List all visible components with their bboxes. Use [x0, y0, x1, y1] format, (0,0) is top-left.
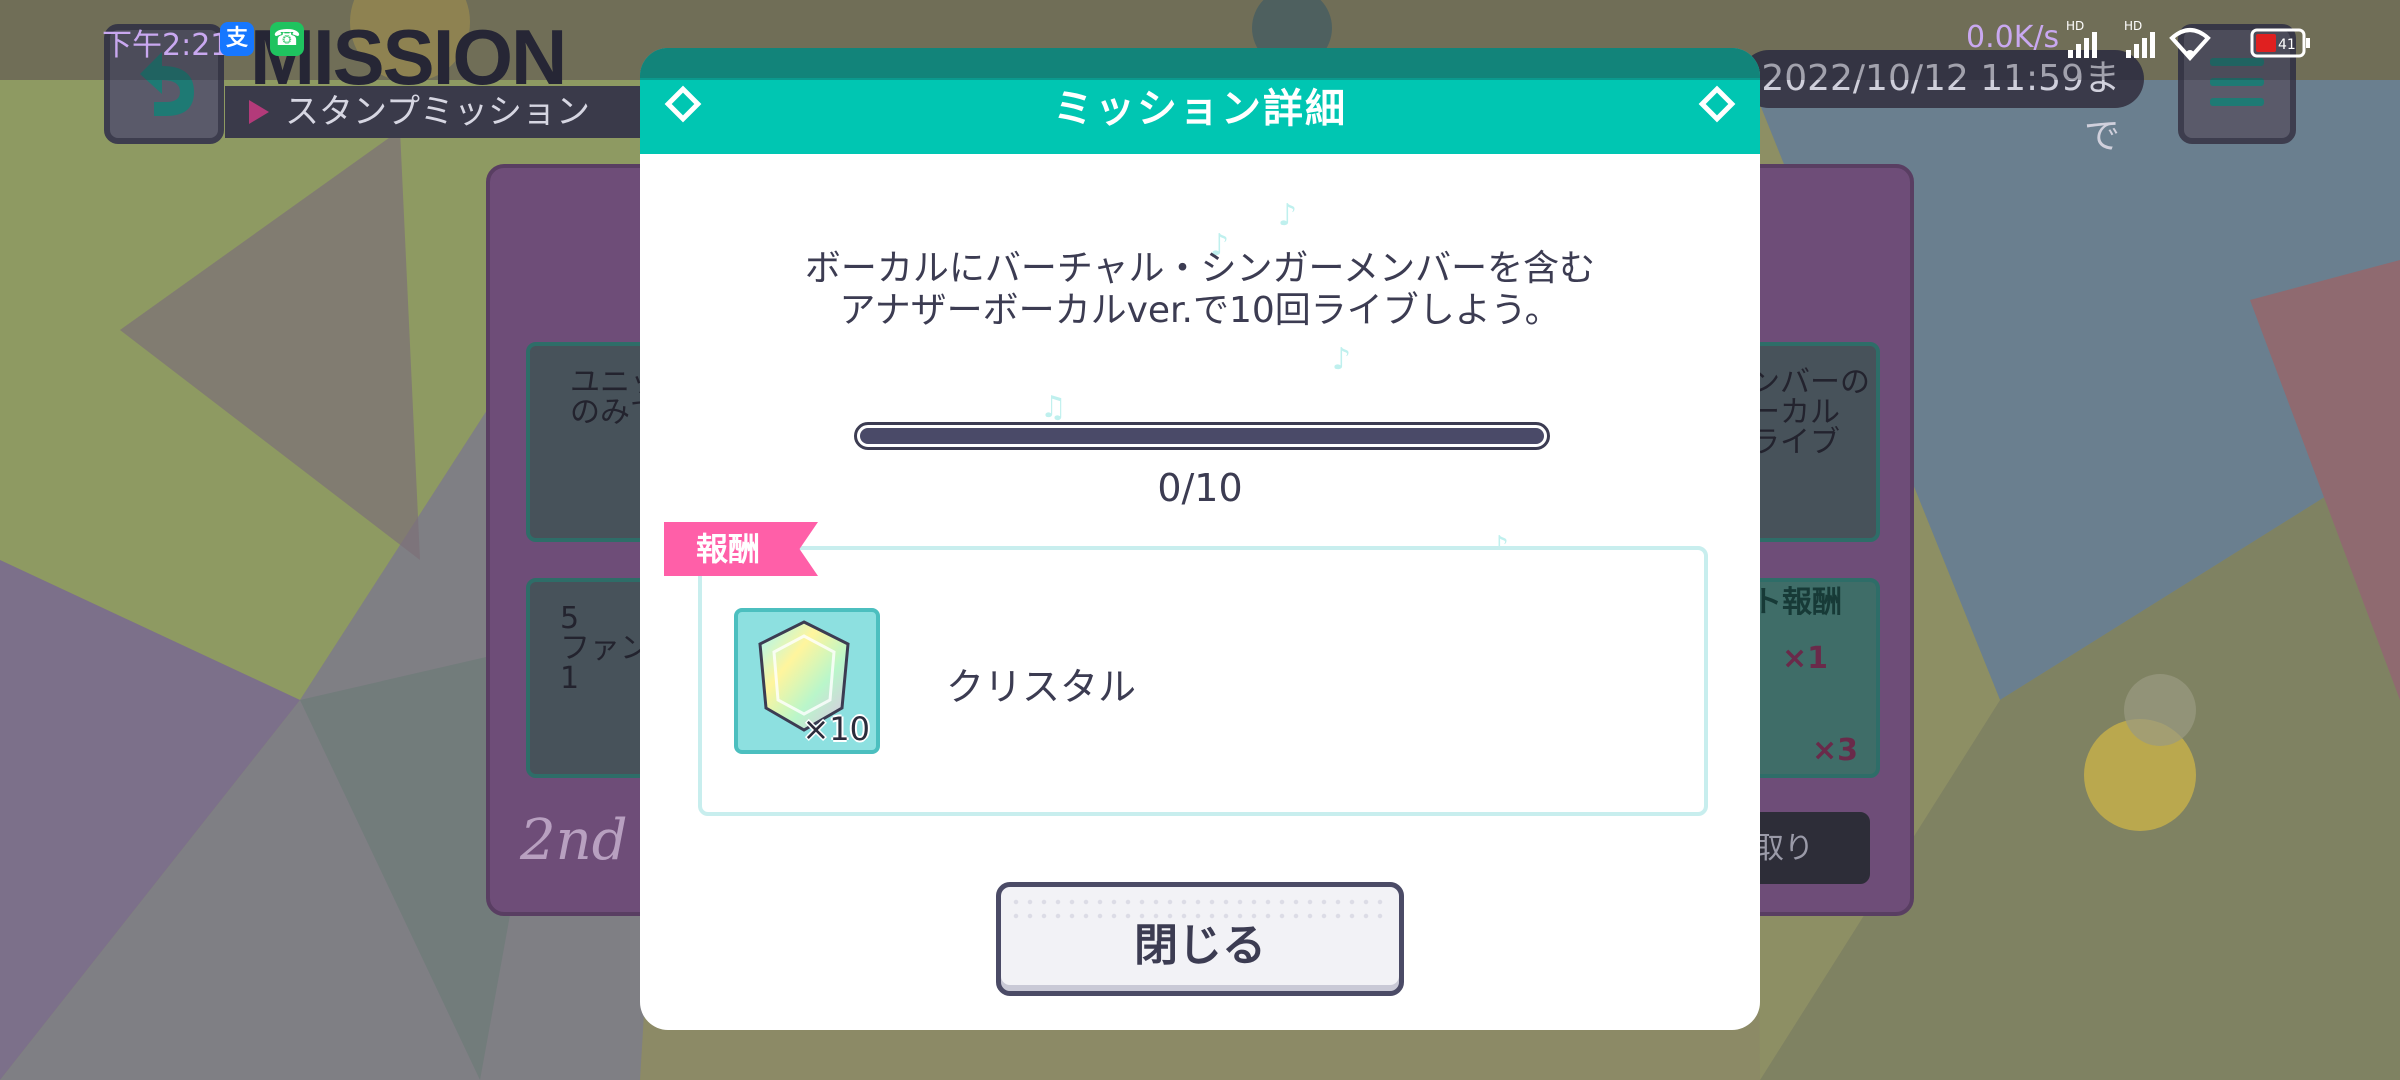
status-bar: 下午2:21 支 ☎ 0.0K/s HD HD 41: [0, 0, 2400, 80]
signature-logo: 2nd: [520, 808, 628, 873]
mission-progress-bar: [854, 422, 1550, 450]
signal-hd-label-2: HD: [2124, 19, 2142, 33]
status-time: 下午2:21: [102, 28, 230, 63]
reward-card-right-x1: ×1: [1782, 641, 1829, 676]
reward-card-right-label: ト報酬: [1752, 585, 1842, 620]
battery-level: 41: [2278, 37, 2296, 53]
mission-card-right-top[interactable]: ンバーの ーカル ライブ: [1740, 342, 1880, 542]
mission-description: ボーカルにバーチャル・シンガーメンバーを含む アナザーボーカルver.で10回ラ…: [640, 248, 1760, 332]
network-speed: 0.0K/s: [1966, 20, 2060, 55]
dialog-title: ミッション詳細: [1053, 86, 1347, 132]
mission-detail-dialog: ミッション詳細 ♪ ♪ ♪ ♫ ♪ ♪ ボーカルにバーチャル・シンガーメンバーを…: [640, 48, 1760, 1030]
menu-bar-3: [2210, 98, 2264, 106]
mission-description-line-2: アナザーボーカルver.で10回ライブしよう。: [839, 290, 1561, 331]
reward-tag: 報酬: [664, 522, 818, 576]
reward-item-slot[interactable]: ×10: [734, 608, 880, 754]
receive-button[interactable]: 取り: [1750, 812, 1870, 884]
reward-quantity: ×10: [802, 710, 870, 748]
progress-track-inner: [860, 428, 1544, 444]
mission-subtitle: スタンプミッション: [225, 86, 645, 138]
progress-count: 0/10: [1157, 466, 1243, 510]
reward-card-right-x3: ×3: [1812, 733, 1859, 768]
mission-description-line-1: ボーカルにバーチャル・シンガーメンバーを含む: [804, 248, 1596, 289]
mission-subtitle-text: スタンプミッション: [285, 92, 590, 132]
mission-card-right-top-text: ンバーの ーカル ライブ: [1750, 365, 1870, 460]
music-note-icon: ♪: [1332, 342, 1352, 377]
phone-icon: ☎: [270, 22, 304, 56]
receive-button-label: 取り: [1754, 831, 1814, 866]
music-note-icon: ♪: [1278, 198, 1298, 233]
mission-card-left-bottom-text: 5 ファン 1: [560, 601, 650, 696]
close-button[interactable]: 閉じる: [996, 882, 1404, 996]
reward-card-right[interactable]: ト報酬 ×1 ×3: [1740, 578, 1880, 778]
play-triangle-icon: [249, 100, 269, 124]
signal-wifi-battery-icons: HD HD 41: [2066, 19, 2310, 61]
alipay-icon: 支: [220, 22, 254, 56]
reward-name: クリスタル: [946, 665, 1137, 709]
music-note-icon: ♫: [1040, 390, 1067, 425]
close-button-label: 閉じる: [1134, 920, 1266, 971]
signal-hd-label-1: HD: [2066, 19, 2084, 33]
